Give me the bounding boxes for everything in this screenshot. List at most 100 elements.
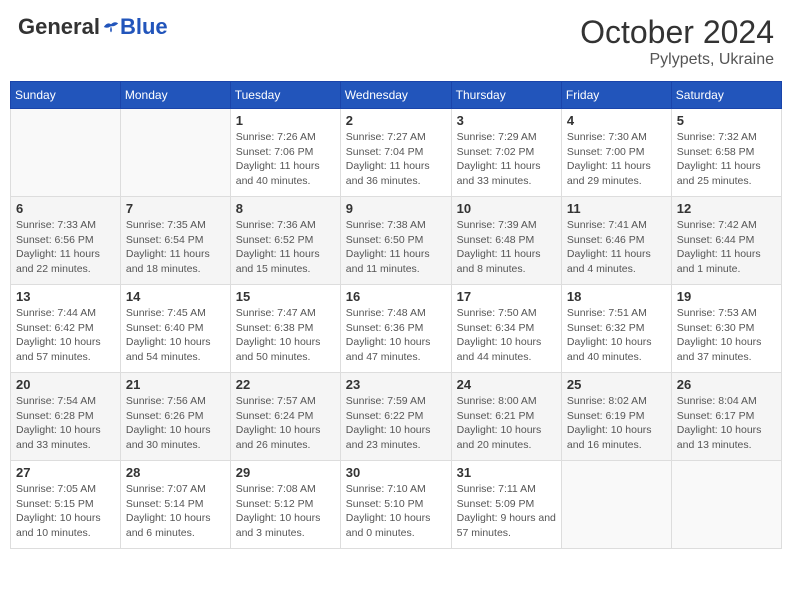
day-number: 11 (567, 201, 666, 216)
calendar-cell: 25 Sunrise: 8:02 AMSunset: 6:19 PMDayligh… (561, 373, 671, 461)
month-title-block: October 2024 Pylypets, Ukraine (580, 14, 774, 69)
day-info: Sunrise: 7:33 AMSunset: 6:56 PMDaylight:… (16, 218, 115, 277)
day-number: 13 (16, 289, 115, 304)
day-number: 21 (126, 377, 225, 392)
day-info: Sunrise: 7:47 AMSunset: 6:38 PMDaylight:… (236, 306, 335, 365)
day-info: Sunrise: 7:32 AMSunset: 6:58 PMDaylight:… (677, 130, 776, 189)
day-info: Sunrise: 7:38 AMSunset: 6:50 PMDaylight:… (346, 218, 446, 277)
day-number: 10 (457, 201, 556, 216)
calendar-week-row: 6 Sunrise: 7:33 AMSunset: 6:56 PMDaylight… (11, 197, 782, 285)
day-number: 6 (16, 201, 115, 216)
day-number: 19 (677, 289, 776, 304)
day-number: 18 (567, 289, 666, 304)
calendar-cell: 22 Sunrise: 7:57 AMSunset: 6:24 PMDayligh… (230, 373, 340, 461)
day-info: Sunrise: 8:04 AMSunset: 6:17 PMDaylight:… (677, 394, 776, 453)
day-number: 4 (567, 113, 666, 128)
day-info: Sunrise: 7:26 AMSunset: 7:06 PMDaylight:… (236, 130, 335, 189)
location-heading: Pylypets, Ukraine (580, 51, 774, 69)
weekday-header: Thursday (451, 82, 561, 109)
day-info: Sunrise: 7:53 AMSunset: 6:30 PMDaylight:… (677, 306, 776, 365)
day-info: Sunrise: 7:57 AMSunset: 6:24 PMDaylight:… (236, 394, 335, 453)
day-number: 17 (457, 289, 556, 304)
day-info: Sunrise: 7:42 AMSunset: 6:44 PMDaylight:… (677, 218, 776, 277)
day-info: Sunrise: 7:44 AMSunset: 6:42 PMDaylight:… (16, 306, 115, 365)
day-number: 20 (16, 377, 115, 392)
day-number: 26 (677, 377, 776, 392)
day-number: 29 (236, 465, 335, 480)
day-info: Sunrise: 8:02 AMSunset: 6:19 PMDaylight:… (567, 394, 666, 453)
calendar-cell: 16Sunrise: 7:48 AMSunset: 6:36 PMDayligh… (340, 285, 451, 373)
day-info: Sunrise: 8:00 AMSunset: 6:21 PMDaylight:… (457, 394, 556, 453)
day-number: 15 (236, 289, 335, 304)
weekday-header: Monday (120, 82, 230, 109)
calendar-week-row: 20 Sunrise: 7:54 AMSunset: 6:28 PMDayligh… (11, 373, 782, 461)
day-info: Sunrise: 7:54 AMSunset: 6:28 PMDaylight:… (16, 394, 115, 453)
day-info: Sunrise: 7:56 AMSunset: 6:26 PMDaylight:… (126, 394, 225, 453)
day-number: 27 (16, 465, 115, 480)
calendar-cell: 23 Sunrise: 7:59 AMSunset: 6:22 PMDayligh… (340, 373, 451, 461)
calendar-week-row: 27 Sunrise: 7:05 AMSunset: 5:15 PMDayligh… (11, 461, 782, 549)
day-info: Sunrise: 7:35 AMSunset: 6:54 PMDaylight:… (126, 218, 225, 277)
calendar-cell: 18 Sunrise: 7:51 AMSunset: 6:32 PMDayligh… (561, 285, 671, 373)
calendar-table: SundayMondayTuesdayWednesdayThursdayFrid… (10, 81, 782, 549)
calendar-cell: 31Sunrise: 7:11 AMSunset: 5:09 PMDayligh… (451, 461, 561, 549)
weekday-header: Friday (561, 82, 671, 109)
weekday-header: Wednesday (340, 82, 451, 109)
calendar-week-row: 1 Sunrise: 7:26 AMSunset: 7:06 PMDaylight… (11, 109, 782, 197)
calendar-cell (671, 461, 781, 549)
day-info: Sunrise: 7:07 AMSunset: 5:14 PMDaylight:… (126, 482, 225, 541)
day-number: 25 (567, 377, 666, 392)
calendar-cell: 8 Sunrise: 7:36 AMSunset: 6:52 PMDaylight… (230, 197, 340, 285)
calendar-cell: 27 Sunrise: 7:05 AMSunset: 5:15 PMDayligh… (11, 461, 121, 549)
day-number: 30 (346, 465, 446, 480)
calendar-cell: 9Sunrise: 7:38 AMSunset: 6:50 PMDaylight… (340, 197, 451, 285)
calendar-cell: 7 Sunrise: 7:35 AMSunset: 6:54 PMDaylight… (120, 197, 230, 285)
day-info: Sunrise: 7:48 AMSunset: 6:36 PMDaylight:… (346, 306, 446, 365)
day-number: 31 (457, 465, 556, 480)
page-header: General Blue October 2024 Pylypets, Ukra… (10, 10, 782, 73)
calendar-cell: 21 Sunrise: 7:56 AMSunset: 6:26 PMDayligh… (120, 373, 230, 461)
calendar-cell: 12 Sunrise: 7:42 AMSunset: 6:44 PMDayligh… (671, 197, 781, 285)
weekday-header: Sunday (11, 82, 121, 109)
calendar-cell: 19 Sunrise: 7:53 AMSunset: 6:30 PMDayligh… (671, 285, 781, 373)
calendar-cell: 15 Sunrise: 7:47 AMSunset: 6:38 PMDayligh… (230, 285, 340, 373)
calendar-cell: 24 Sunrise: 8:00 AMSunset: 6:21 PMDayligh… (451, 373, 561, 461)
day-info: Sunrise: 7:50 AMSunset: 6:34 PMDaylight:… (457, 306, 556, 365)
day-number: 22 (236, 377, 335, 392)
day-number: 23 (346, 377, 446, 392)
day-info: Sunrise: 7:29 AMSunset: 7:02 PMDaylight:… (457, 130, 556, 189)
day-number: 14 (126, 289, 225, 304)
weekday-header: Saturday (671, 82, 781, 109)
day-number: 3 (457, 113, 556, 128)
calendar-cell: 6 Sunrise: 7:33 AMSunset: 6:56 PMDaylight… (11, 197, 121, 285)
calendar-cell (120, 109, 230, 197)
day-number: 5 (677, 113, 776, 128)
calendar-cell: 17 Sunrise: 7:50 AMSunset: 6:34 PMDayligh… (451, 285, 561, 373)
day-info: Sunrise: 7:51 AMSunset: 6:32 PMDaylight:… (567, 306, 666, 365)
day-info: Sunrise: 7:08 AMSunset: 5:12 PMDaylight:… (236, 482, 335, 541)
logo: General Blue (18, 14, 168, 40)
day-info: Sunrise: 7:27 AMSunset: 7:04 PMDaylight:… (346, 130, 446, 189)
calendar-cell (561, 461, 671, 549)
calendar-cell: 5 Sunrise: 7:32 AMSunset: 6:58 PMDaylight… (671, 109, 781, 197)
calendar-week-row: 13 Sunrise: 7:44 AMSunset: 6:42 PMDayligh… (11, 285, 782, 373)
day-number: 1 (236, 113, 335, 128)
calendar-cell: 29 Sunrise: 7:08 AMSunset: 5:12 PMDayligh… (230, 461, 340, 549)
day-info: Sunrise: 7:45 AMSunset: 6:40 PMDaylight:… (126, 306, 225, 365)
calendar-cell: 3 Sunrise: 7:29 AMSunset: 7:02 PMDaylight… (451, 109, 561, 197)
day-number: 12 (677, 201, 776, 216)
day-number: 24 (457, 377, 556, 392)
day-info: Sunrise: 7:59 AMSunset: 6:22 PMDaylight:… (346, 394, 446, 453)
month-year-heading: October 2024 (580, 14, 774, 51)
calendar-cell: 10Sunrise: 7:39 AMSunset: 6:48 PMDayligh… (451, 197, 561, 285)
calendar-cell: 20 Sunrise: 7:54 AMSunset: 6:28 PMDayligh… (11, 373, 121, 461)
calendar-cell: 13 Sunrise: 7:44 AMSunset: 6:42 PMDayligh… (11, 285, 121, 373)
calendar-cell: 30Sunrise: 7:10 AMSunset: 5:10 PMDayligh… (340, 461, 451, 549)
day-info: Sunrise: 7:36 AMSunset: 6:52 PMDaylight:… (236, 218, 335, 277)
calendar-header-row: SundayMondayTuesdayWednesdayThursdayFrid… (11, 82, 782, 109)
day-info: Sunrise: 7:05 AMSunset: 5:15 PMDaylight:… (16, 482, 115, 541)
day-number: 7 (126, 201, 225, 216)
day-number: 8 (236, 201, 335, 216)
calendar-cell: 26 Sunrise: 8:04 AMSunset: 6:17 PMDayligh… (671, 373, 781, 461)
logo-general: General (18, 14, 100, 40)
